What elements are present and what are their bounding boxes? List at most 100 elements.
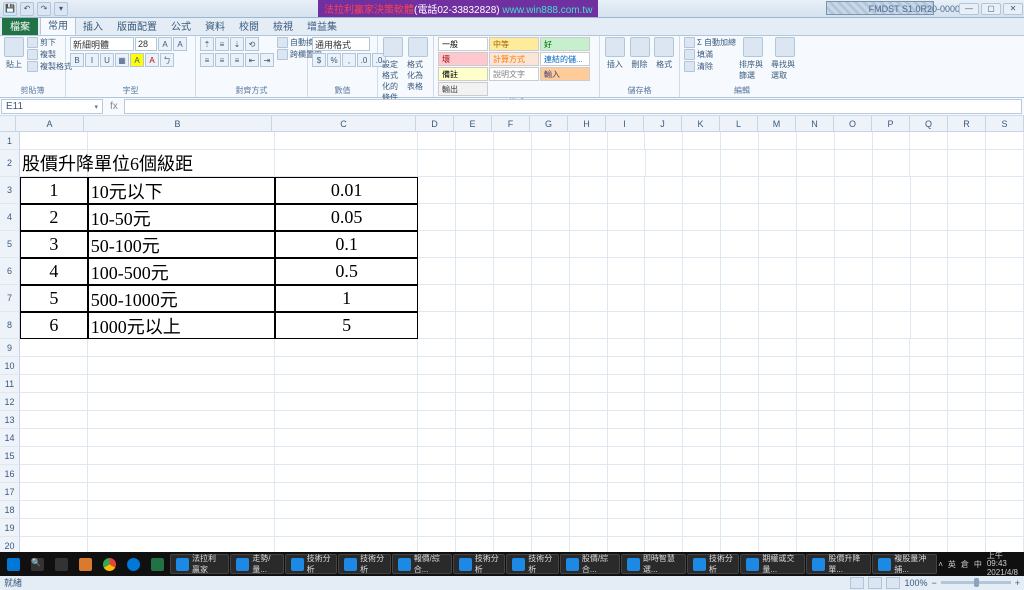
column-header[interactable]: L bbox=[720, 116, 758, 131]
cell[interactable] bbox=[494, 483, 532, 501]
cell[interactable] bbox=[88, 339, 275, 357]
cell[interactable] bbox=[759, 312, 797, 339]
cell[interactable] bbox=[873, 231, 911, 258]
tab-formulas[interactable]: 公式 bbox=[164, 16, 198, 35]
cell[interactable] bbox=[418, 132, 456, 150]
cell[interactable] bbox=[532, 465, 570, 483]
cell[interactable] bbox=[570, 132, 608, 150]
cell[interactable] bbox=[759, 429, 797, 447]
cell[interactable] bbox=[532, 519, 570, 537]
cell[interactable] bbox=[721, 312, 759, 339]
cell[interactable] bbox=[797, 429, 835, 447]
cell[interactable] bbox=[532, 339, 570, 357]
inc-decimal-icon[interactable]: .0 bbox=[357, 53, 371, 67]
cell[interactable] bbox=[759, 519, 797, 537]
cell-style-option[interactable]: 輸入 bbox=[540, 67, 590, 81]
cell[interactable] bbox=[721, 150, 759, 177]
font-size-select[interactable]: 28 bbox=[135, 37, 157, 51]
format-table-button[interactable]: 格式化為表格 bbox=[407, 37, 429, 92]
cell[interactable] bbox=[797, 231, 835, 258]
cell[interactable] bbox=[532, 483, 570, 501]
column-header[interactable]: I bbox=[606, 116, 644, 131]
zoom-in-icon[interactable]: + bbox=[1015, 578, 1020, 588]
cell[interactable]: 4 bbox=[20, 258, 88, 285]
cell[interactable] bbox=[645, 339, 683, 357]
cell[interactable] bbox=[797, 375, 835, 393]
cell[interactable] bbox=[608, 285, 646, 312]
cell[interactable] bbox=[835, 447, 873, 465]
cell[interactable] bbox=[910, 483, 948, 501]
paste-button[interactable]: 貼上 bbox=[4, 37, 24, 70]
cell[interactable] bbox=[570, 285, 608, 312]
cell[interactable] bbox=[494, 285, 532, 312]
tab-insert[interactable]: 插入 bbox=[76, 16, 110, 35]
cell[interactable] bbox=[797, 285, 835, 312]
cell[interactable] bbox=[532, 429, 570, 447]
cell[interactable] bbox=[88, 519, 275, 537]
cell[interactable] bbox=[911, 204, 949, 231]
cell[interactable] bbox=[494, 411, 532, 429]
column-header[interactable]: D bbox=[416, 116, 454, 131]
cell[interactable] bbox=[948, 375, 986, 393]
cell[interactable]: 3 bbox=[20, 231, 88, 258]
cell[interactable] bbox=[759, 132, 797, 150]
cell[interactable] bbox=[835, 501, 873, 519]
cell[interactable] bbox=[683, 258, 721, 285]
cell[interactable] bbox=[986, 150, 1024, 177]
cell[interactable] bbox=[835, 285, 873, 312]
cell-style-option[interactable]: 計算方式 bbox=[489, 52, 539, 66]
cell[interactable] bbox=[494, 501, 532, 519]
cell[interactable] bbox=[645, 231, 683, 258]
cell[interactable] bbox=[683, 231, 721, 258]
qat-redo-icon[interactable]: ↷ bbox=[37, 2, 51, 16]
row-header[interactable]: 12 bbox=[0, 393, 20, 411]
taskbar-app[interactable]: 技術分析 bbox=[506, 554, 559, 574]
shrink-font-icon[interactable]: A bbox=[173, 37, 187, 51]
orientation-icon[interactable]: ⟲ bbox=[245, 37, 259, 51]
cell[interactable] bbox=[494, 150, 532, 177]
taskbar-app[interactable]: 報價/綜合... bbox=[392, 554, 452, 574]
cell[interactable] bbox=[570, 393, 608, 411]
cell[interactable] bbox=[759, 357, 797, 375]
cell[interactable] bbox=[948, 150, 986, 177]
cell[interactable] bbox=[570, 150, 608, 177]
cell[interactable] bbox=[532, 411, 570, 429]
cell[interactable] bbox=[20, 447, 88, 465]
cell[interactable]: 0.1 bbox=[275, 231, 418, 258]
cell[interactable] bbox=[418, 393, 456, 411]
cell[interactable] bbox=[494, 231, 532, 258]
cell[interactable] bbox=[275, 501, 418, 519]
column-header[interactable]: P bbox=[872, 116, 910, 131]
cell[interactable] bbox=[683, 285, 721, 312]
column-header[interactable]: M bbox=[758, 116, 796, 131]
tab-review[interactable]: 校閱 bbox=[232, 16, 266, 35]
cell[interactable] bbox=[759, 258, 797, 285]
cell[interactable] bbox=[986, 177, 1024, 204]
cell[interactable] bbox=[456, 177, 494, 204]
cell[interactable] bbox=[456, 483, 494, 501]
cell[interactable] bbox=[835, 339, 873, 357]
cell[interactable] bbox=[88, 483, 275, 501]
cell[interactable] bbox=[986, 204, 1024, 231]
cell[interactable] bbox=[721, 285, 759, 312]
cell[interactable] bbox=[456, 150, 494, 177]
cell[interactable] bbox=[721, 177, 759, 204]
cell[interactable] bbox=[20, 411, 88, 429]
cell[interactable] bbox=[494, 312, 532, 339]
cell[interactable] bbox=[645, 393, 683, 411]
cell[interactable] bbox=[608, 375, 646, 393]
formula-bar-input[interactable] bbox=[124, 99, 1022, 114]
cell[interactable] bbox=[645, 501, 683, 519]
cell[interactable] bbox=[759, 150, 797, 177]
cell[interactable] bbox=[873, 465, 911, 483]
cell[interactable] bbox=[759, 465, 797, 483]
font-color-icon[interactable]: A bbox=[145, 53, 159, 67]
cell[interactable] bbox=[986, 312, 1024, 339]
cell[interactable] bbox=[418, 357, 456, 375]
cell[interactable] bbox=[608, 177, 646, 204]
cell[interactable] bbox=[835, 465, 873, 483]
cell[interactable] bbox=[608, 339, 646, 357]
cell[interactable] bbox=[948, 258, 986, 285]
cell[interactable] bbox=[873, 375, 911, 393]
cell[interactable] bbox=[608, 150, 646, 177]
